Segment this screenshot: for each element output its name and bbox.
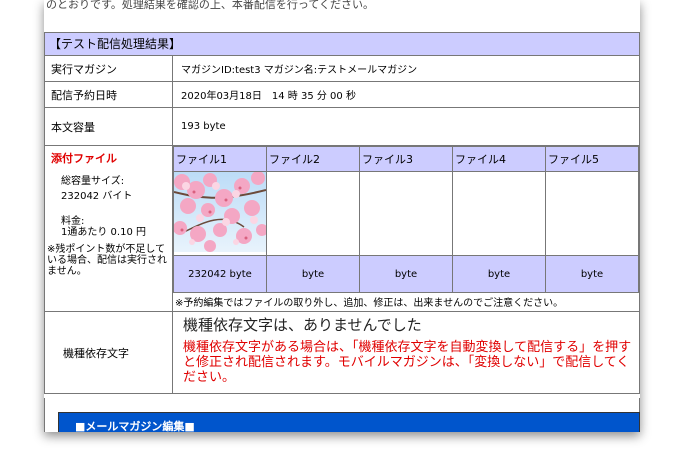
file-size: 232042 byte xyxy=(173,255,267,293)
file-slot-2[interactable] xyxy=(266,171,360,256)
file-header: ファイル2 xyxy=(266,146,360,172)
file-slot-4[interactable] xyxy=(452,171,546,256)
row-value: 193 byte xyxy=(181,121,226,132)
attachment-summary: 添付ファイル 総容量サイズ: 232042 バイト 料金: 1通あたり 0.10… xyxy=(45,146,173,312)
file-header: ファイル1 xyxy=(173,146,267,172)
total-size-label: 総容量サイズ: xyxy=(61,176,125,187)
row-magazine: 実行マガジン マガジンID:test3 マガジン名:テストメールマガジン xyxy=(44,56,640,82)
attachment-title: 添付ファイル xyxy=(51,152,117,165)
row-label: 本文容量 xyxy=(45,108,173,145)
total-size-value: 232042 バイト xyxy=(61,191,133,202)
file-size: byte xyxy=(545,255,639,293)
file-slot-1[interactable] xyxy=(173,171,268,256)
edit-section-header: ■メールマガジン編集■ xyxy=(58,412,640,432)
top-note: のとおりです。処理結果を確認の上、本番配信を行ってください。 xyxy=(46,0,375,11)
fee-value: 1通あたり 0.10 円 xyxy=(61,227,146,238)
file-size: byte xyxy=(452,255,546,293)
section-title: 【テスト配信処理結果】 xyxy=(44,32,640,56)
file-size: byte xyxy=(266,255,360,293)
screenshot-frame: のとおりです。処理結果を確認の上、本番配信を行ってください。 【テスト配信処理結… xyxy=(44,0,640,432)
file-header: ファイル4 xyxy=(452,146,546,172)
file-header: ファイル3 xyxy=(359,146,453,172)
row-label: 実行マガジン xyxy=(45,56,173,81)
row-label: 配信予約日時 xyxy=(45,82,173,107)
points-warning: ※残ポイント数が不足している場合、配信は実行されません。 xyxy=(47,244,167,277)
row-label: 機種依存文字 xyxy=(45,312,173,394)
row-attachments: 添付ファイル 総容量サイズ: 232042 バイト 料金: 1通あたり 0.10… xyxy=(44,146,640,312)
row-value: 2020年03月18日 14 時 35 分 00 秒 xyxy=(181,91,356,102)
row-body-size: 本文容量 193 byte xyxy=(44,108,640,146)
file-slot-3[interactable] xyxy=(359,171,453,256)
file-size: byte xyxy=(359,255,453,293)
row-schedule: 配信予約日時 2020年03月18日 14 時 35 分 00 秒 xyxy=(44,82,640,108)
file-header: ファイル5 xyxy=(545,146,639,172)
dependent-chars-warning: 機種依存文字がある場合は、「機種依存文字を自動変換して配信する」を押すと修正され… xyxy=(183,340,632,385)
row-value: マガジンID:test3 マガジン名:テストメールマガジン xyxy=(181,65,418,76)
row-dependent-chars: 機種依存文字 機種依存文字は、ありませんでした 機種依存文字がある場合は、「機種… xyxy=(44,312,640,394)
attachment-note: ※予約編集ではファイルの取り外し、追加、修正は、出来ませんのでご注意ください。 xyxy=(175,298,564,309)
file-slot-5[interactable] xyxy=(545,171,639,256)
dependent-chars-message: 機種依存文字は、ありませんでした xyxy=(183,316,422,334)
cherry-blossom-thumbnail[interactable] xyxy=(173,171,268,252)
attachment-grid: ファイル1 ファイル2 ファイル3 ファイル4 ファイル5 232042 byt… xyxy=(173,146,639,293)
